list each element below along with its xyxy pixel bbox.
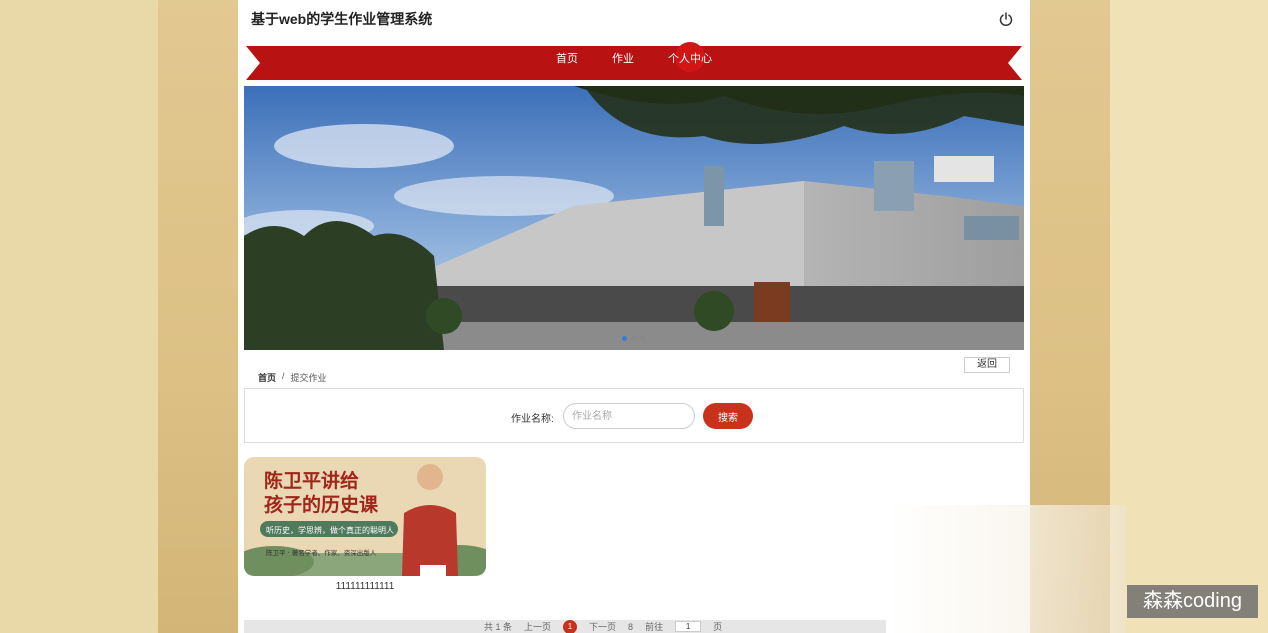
pager-total: 共 1 条: [484, 622, 513, 632]
search-label: 作业名称:: [511, 414, 554, 425]
top-bar: 基于web的学生作业管理系统: [238, 0, 1030, 40]
breadcrumb-current: 提交作业: [290, 373, 327, 383]
pager-prev[interactable]: 上一页: [524, 620, 551, 633]
power-icon[interactable]: [998, 11, 1014, 27]
search-panel: 作业名称: 搜索: [244, 388, 1024, 443]
card-title[interactable]: 111111111111: [244, 581, 486, 592]
search-button[interactable]: 搜索: [703, 403, 753, 429]
pager-next[interactable]: 下一页: [589, 620, 616, 633]
nav-item-homework[interactable]: 作业: [595, 46, 651, 80]
nav-item-home[interactable]: 首页: [539, 46, 595, 80]
background-left: [0, 0, 160, 633]
carousel-dot[interactable]: [640, 336, 645, 341]
breadcrumb-separator: /: [282, 371, 285, 381]
breadcrumb: 首页 / 提交作业: [258, 371, 327, 384]
nav-item-personal-center[interactable]: 个人中心: [651, 42, 729, 80]
carousel-dots: [622, 336, 645, 341]
card-image-tagline: 听历史，学思辨，做个真正的聪明人: [266, 525, 394, 535]
banner-image: [244, 86, 1024, 350]
pager-goto-input[interactable]: 1: [675, 621, 702, 632]
carousel-dot[interactable]: [631, 336, 636, 341]
overlay-blur: [886, 505, 1126, 633]
homework-card[interactable]: 陈卫平讲给 孩子的历史课 听历史，学思辨，做个真正的聪明人 陈卫平 · 著名学者…: [244, 457, 486, 597]
pager-suffix: 页: [713, 622, 723, 632]
card-image: 陈卫平讲给 孩子的历史课 听历史，学思辨，做个真正的聪明人 陈卫平 · 著名学者…: [244, 457, 486, 576]
card-image-line1: 陈卫平讲给: [264, 469, 359, 492]
pager-size[interactable]: 8: [628, 622, 633, 632]
card-image-author: 陈卫平 · 著名学者、作家、资深出版人: [266, 548, 377, 557]
breadcrumb-home[interactable]: 首页: [258, 371, 276, 384]
search-input[interactable]: [563, 403, 695, 429]
watermark: 森森coding: [1127, 585, 1258, 618]
site-title: 基于web的学生作业管理系统: [251, 11, 433, 27]
back-button[interactable]: 返回: [964, 357, 1010, 373]
background-right: [1110, 0, 1268, 633]
pager-goto-label: 前往: [645, 622, 664, 632]
banner-carousel[interactable]: [244, 86, 1024, 350]
main-nav: 首页 作业 个人中心: [246, 42, 1022, 80]
pagination: 共 1 条 上一页 1 下一页 8 前往 1 页: [244, 619, 886, 633]
carousel-dot[interactable]: [622, 336, 627, 341]
card-image-line2: 孩子的历史课: [264, 493, 379, 516]
pager-current[interactable]: 1: [563, 619, 578, 633]
